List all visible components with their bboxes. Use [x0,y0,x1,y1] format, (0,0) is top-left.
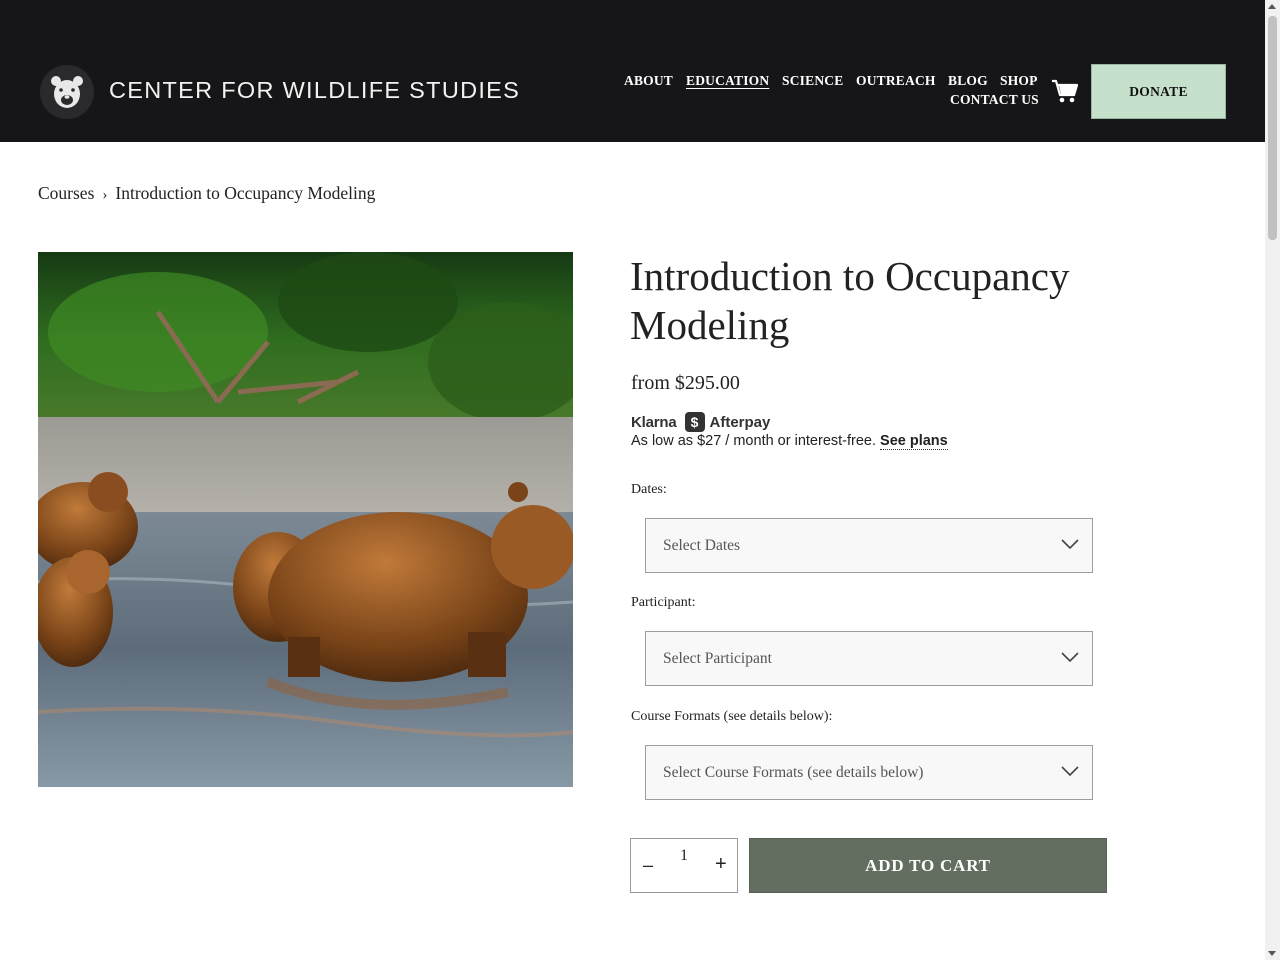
site-title[interactable]: CENTER FOR WILDLIFE STUDIES [109,77,520,104]
donate-button[interactable]: DONATE [1091,64,1226,119]
product-title: Introduction to Occupancy Modeling [630,253,1070,348]
scrollbar-thumb[interactable] [1268,16,1277,240]
bear-logo-graphic [51,76,83,108]
nav-about[interactable]: ABOUT [624,73,673,89]
chevron-down-icon [1061,539,1079,550]
product-price: from $295.00 [631,372,740,394]
add-to-cart-button[interactable]: ADD TO CART [749,838,1107,893]
participant-select[interactable]: Select Participant [645,631,1093,686]
breadcrumb-separator: › [102,187,108,203]
cart-graphic [1052,79,1079,103]
dates-select-value: Select Dates [663,536,741,554]
klarna-logo: Klarna [631,413,677,431]
breadcrumb-current: Introduction to Occupancy Modeling [115,183,376,203]
see-plans-link[interactable]: See plans [880,433,948,450]
dates-select[interactable]: Select Dates [645,518,1093,573]
product-image[interactable] [38,252,573,787]
nav-contact[interactable]: CONTACT US [950,92,1039,108]
nav-science[interactable]: SCIENCE [782,73,843,89]
dates-label: Dates: [631,482,667,497]
scroll-up-arrow-icon[interactable] [1268,4,1276,9]
quantity-increase-button[interactable]: + [715,853,727,876]
course-format-select[interactable]: Select Course Formats (see details below… [645,745,1093,800]
cart-icon[interactable] [1051,79,1079,105]
quantity-decrease-button[interactable]: – [643,855,653,876]
brown-bears-photo [38,252,573,787]
nav-blog[interactable]: BLOG [948,73,988,89]
course-format-label: Course Formats (see details below): [631,709,833,724]
participant-select-value: Select Participant [663,649,772,667]
bear-logo-icon[interactable] [40,65,94,119]
bnpl-text: As low as $27 / month or interest-free. [631,433,876,449]
nav-shop[interactable]: SHOP [1000,73,1038,89]
scroll-down-arrow-icon[interactable] [1268,951,1276,956]
afterpay-badge-icon: $ [684,412,705,432]
nav-outreach[interactable]: OUTREACH [856,73,936,89]
bnpl-logos: Klarna $ Afterpay [631,411,770,433]
course-format-select-value: Select Course Formats (see details below… [663,763,924,781]
participant-label: Participant: [631,595,696,610]
site-header: CENTER FOR WILDLIFE STUDIES ABOUT EDUCAT… [0,0,1265,142]
breadcrumb-courses-link[interactable]: Courses [38,183,94,203]
bnpl-message: As low as $27 / month or interest-free. … [631,433,948,450]
quantity-stepper: – 1 + [630,838,738,893]
chevron-down-icon [1061,766,1079,777]
chevron-down-icon [1061,652,1079,663]
breadcrumb: Courses › Introduction to Occupancy Modeli… [38,183,375,204]
quantity-input[interactable]: 1 [680,847,688,865]
afterpay-logo: Afterpay [709,413,771,431]
page-scrollbar[interactable] [1265,0,1280,960]
nav-education[interactable]: EDUCATION [686,73,769,89]
